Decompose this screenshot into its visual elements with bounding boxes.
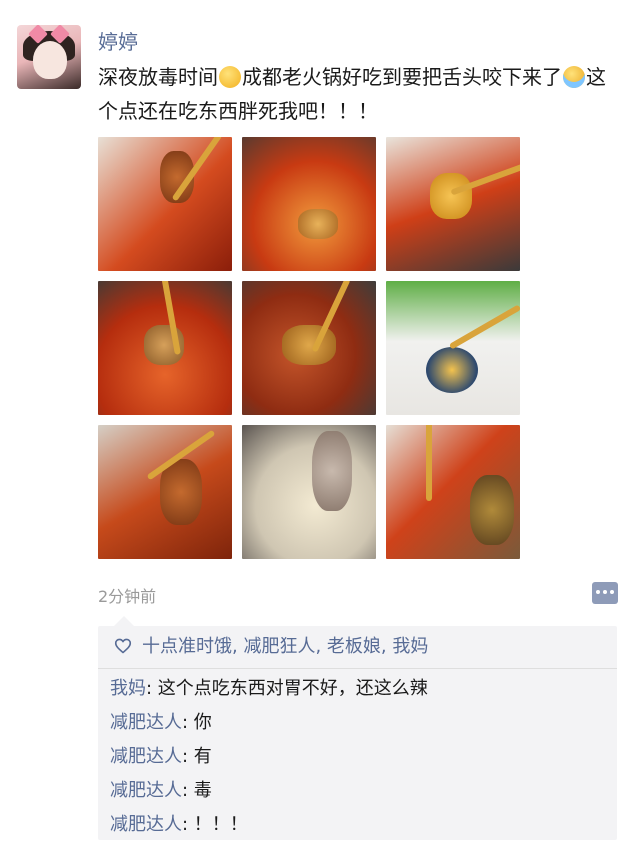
photo-5[interactable] <box>242 281 376 415</box>
photo-2[interactable] <box>242 137 376 271</box>
comment-author[interactable]: 我妈 <box>110 678 146 699</box>
comment-author[interactable]: 减肥达人 <box>110 780 182 801</box>
comment[interactable]: 减肥达人: 你 <box>110 706 610 740</box>
photo-9[interactable] <box>386 425 520 559</box>
comment-text: 毒 <box>193 780 212 801</box>
photo-food <box>430 173 472 219</box>
comment-text: ！！！ <box>193 814 248 835</box>
dot <box>610 590 614 594</box>
comment[interactable]: 减肥达人: ！！！ <box>110 808 610 842</box>
divider <box>98 668 617 669</box>
photo-grid <box>98 137 520 559</box>
post-text-part: 成都老火锅好吃到要把舌头咬下来了 <box>242 65 562 89</box>
photo-dragon-decor <box>470 475 514 545</box>
photo-7[interactable] <box>98 425 232 559</box>
more-actions-button[interactable] <box>592 582 618 604</box>
comment-separator: : <box>182 780 194 801</box>
photo-food <box>282 325 336 365</box>
author-name[interactable]: 婷婷 <box>98 26 138 55</box>
photo-6[interactable] <box>386 281 520 415</box>
moments-post: 婷婷 深夜放毒时间 成都老火锅好吃到要把舌头咬下来了 这个点还在吃东西胖死我吧！！！ <box>0 0 640 857</box>
comment-author[interactable]: 减肥达人 <box>110 712 182 733</box>
photo-bowl <box>426 347 478 393</box>
photo-4[interactable] <box>98 281 232 415</box>
avatar-face <box>33 41 67 79</box>
dot <box>603 590 607 594</box>
comment-separator: : <box>182 814 194 835</box>
photo-food <box>298 209 338 239</box>
photo-chopsticks <box>448 304 520 350</box>
avatar[interactable] <box>17 25 81 89</box>
comment-separator: : <box>182 746 194 767</box>
post-time: 2分钟前 <box>98 587 157 606</box>
comment-text: 这个点吃东西对胃不好，还这么辣 <box>157 678 428 699</box>
comment-list: 我妈: 这个点吃东西对胃不好，还这么辣 减肥达人: 你 减肥达人: 有 减肥达人… <box>110 672 610 842</box>
smile-emoji-icon <box>219 66 241 88</box>
comment[interactable]: 我妈: 这个点吃东西对胃不好，还这么辣 <box>110 672 610 706</box>
likes-row: 十点准时饿, 减肥狂人, 老板娘, 我妈 <box>114 630 428 664</box>
like-names[interactable]: 十点准时饿, 减肥狂人, 老板娘, 我妈 <box>142 636 428 657</box>
photo-chopsticks <box>426 425 432 501</box>
heart-icon <box>114 638 132 654</box>
comment-text: 有 <box>193 746 212 767</box>
photo-3[interactable] <box>386 137 520 271</box>
more-dots-icon <box>596 590 614 596</box>
comment-separator: : <box>182 712 194 733</box>
post-text: 深夜放毒时间 成都老火锅好吃到要把舌头咬下来了 这个点还在吃东西胖死我吧！！！ <box>98 60 614 128</box>
photo-1[interactable] <box>98 137 232 271</box>
feedback-panel: 十点准时饿, 减肥狂人, 老板娘, 我妈 我妈: 这个点吃东西对胃不好，还这么辣… <box>98 616 617 842</box>
photo-food <box>312 431 352 511</box>
dot <box>596 590 600 594</box>
comment-author[interactable]: 减肥达人 <box>110 746 182 767</box>
comment-separator: : <box>146 678 158 699</box>
comment[interactable]: 减肥达人: 毒 <box>110 774 610 808</box>
photo-8[interactable] <box>242 425 376 559</box>
crying-emoji-icon <box>563 66 585 88</box>
comment[interactable]: 减肥达人: 有 <box>110 740 610 774</box>
comment-text: 你 <box>193 712 212 733</box>
post-text-part: 深夜放毒时间 <box>98 65 218 89</box>
comment-author[interactable]: 减肥达人 <box>110 814 182 835</box>
